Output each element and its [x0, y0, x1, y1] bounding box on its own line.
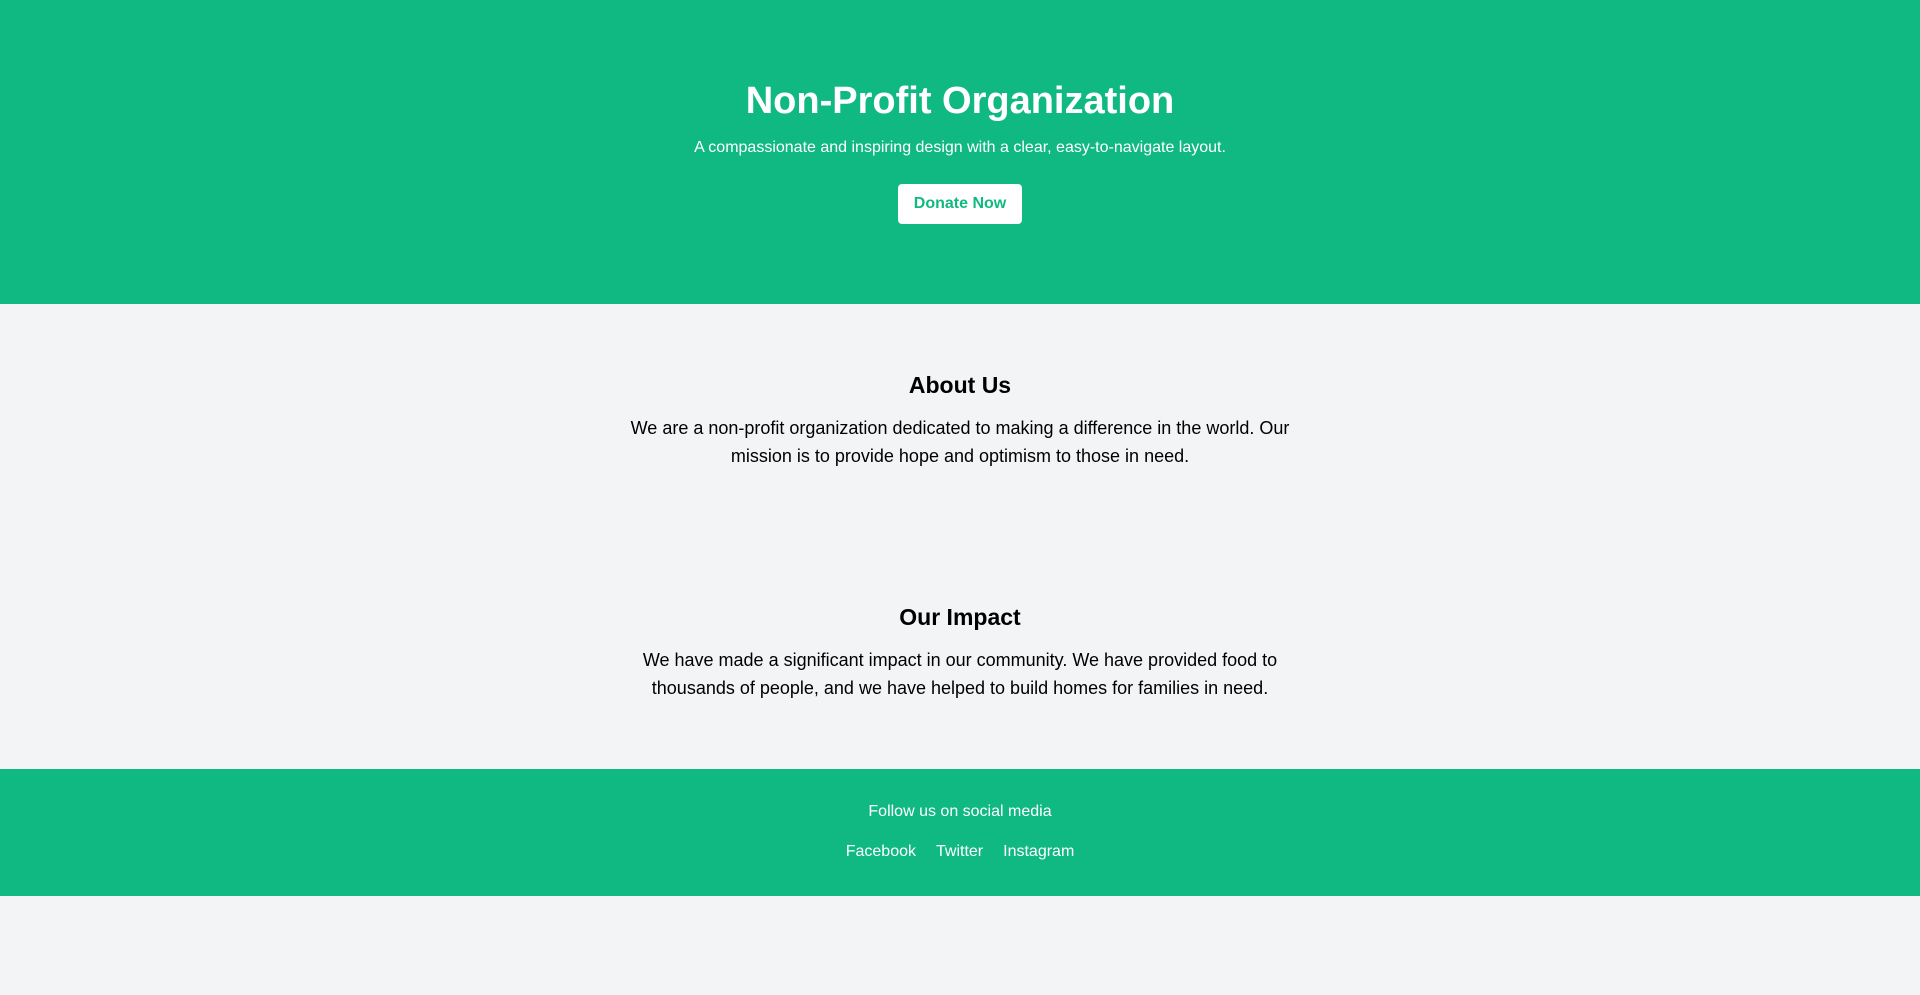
twitter-link[interactable]: Twitter: [936, 842, 983, 862]
about-section: About Us We are a non-profit organizatio…: [610, 370, 1310, 470]
site-footer: Follow us on social media Facebook Twitt…: [0, 769, 1920, 896]
social-links: Facebook Twitter Instagram: [0, 842, 1920, 862]
hero-banner: Non-Profit Organization A compassionate …: [0, 0, 1920, 304]
about-heading: About Us: [908, 372, 1012, 398]
page-title: Non-Profit Organization: [745, 80, 1175, 122]
instagram-link[interactable]: Instagram: [1003, 842, 1074, 862]
facebook-link[interactable]: Facebook: [846, 842, 916, 862]
footer-text: Follow us on social media: [868, 803, 1052, 820]
donate-button[interactable]: Donate Now: [898, 184, 1022, 224]
impact-section: Our Impact We have made a significant im…: [610, 602, 1310, 702]
about-text: We are a non-profit organization dedicat…: [630, 418, 1290, 466]
impact-heading: Our Impact: [899, 604, 1021, 630]
hero-subtitle: A compassionate and inspiring design wit…: [694, 139, 1226, 156]
impact-text: We have made a significant impact in our…: [642, 650, 1278, 698]
